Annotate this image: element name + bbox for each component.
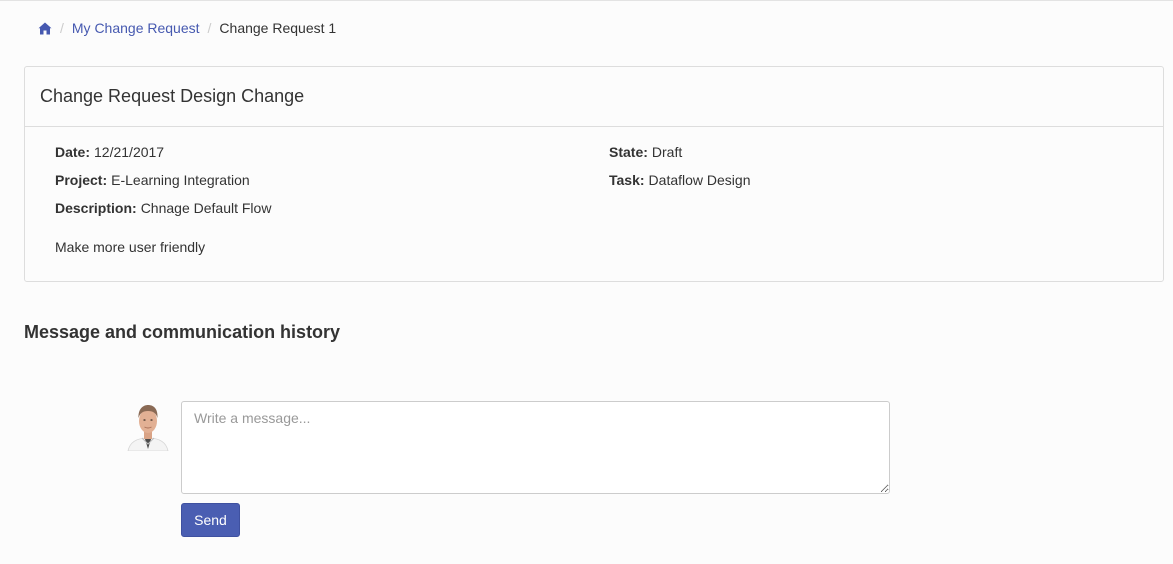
date-label: Date: xyxy=(55,144,91,160)
description-field: Description: Chnage Default Flow xyxy=(55,199,271,217)
state-value: Draft xyxy=(651,144,683,160)
task-label: Task: xyxy=(609,172,645,188)
project-label: Project: xyxy=(55,172,108,188)
top-divider xyxy=(0,0,1173,1)
home-icon[interactable] xyxy=(38,21,52,35)
change-request-panel: Change Request Design Change Date: 12/21/… xyxy=(24,66,1164,282)
date-value: 12/21/2017 xyxy=(94,144,165,160)
task-field: Task: Dataflow Design xyxy=(609,171,750,189)
panel-title: Change Request Design Change xyxy=(25,67,1163,127)
description-label: Description: xyxy=(55,200,137,216)
state-field: State: Draft xyxy=(609,143,682,161)
panel-body: Date: 12/21/2017 Project: E-Learning Integ… xyxy=(25,127,1163,281)
send-button[interactable]: Send xyxy=(181,503,240,537)
message-input[interactable] xyxy=(181,401,890,494)
project-value: E-Learning Integration xyxy=(111,172,250,188)
state-label: State: xyxy=(609,144,648,160)
breadcrumb-separator: / xyxy=(207,20,212,36)
project-field: Project: E-Learning Integration xyxy=(55,171,250,189)
task-value: Dataflow Design xyxy=(648,172,751,188)
message-history-title: Message and communication history xyxy=(24,322,341,342)
description-value: Chnage Default Flow xyxy=(140,200,272,216)
user-avatar xyxy=(126,401,170,452)
date-field: Date: 12/21/2017 xyxy=(55,143,164,161)
breadcrumb-separator: / xyxy=(60,20,64,36)
description-note: Make more user friendly xyxy=(55,239,206,255)
breadcrumb: / My Change Request / Change Request 1 xyxy=(38,19,336,37)
breadcrumb-my-change-request[interactable]: My Change Request xyxy=(72,20,200,36)
breadcrumb-current: Change Request 1 xyxy=(219,20,337,36)
